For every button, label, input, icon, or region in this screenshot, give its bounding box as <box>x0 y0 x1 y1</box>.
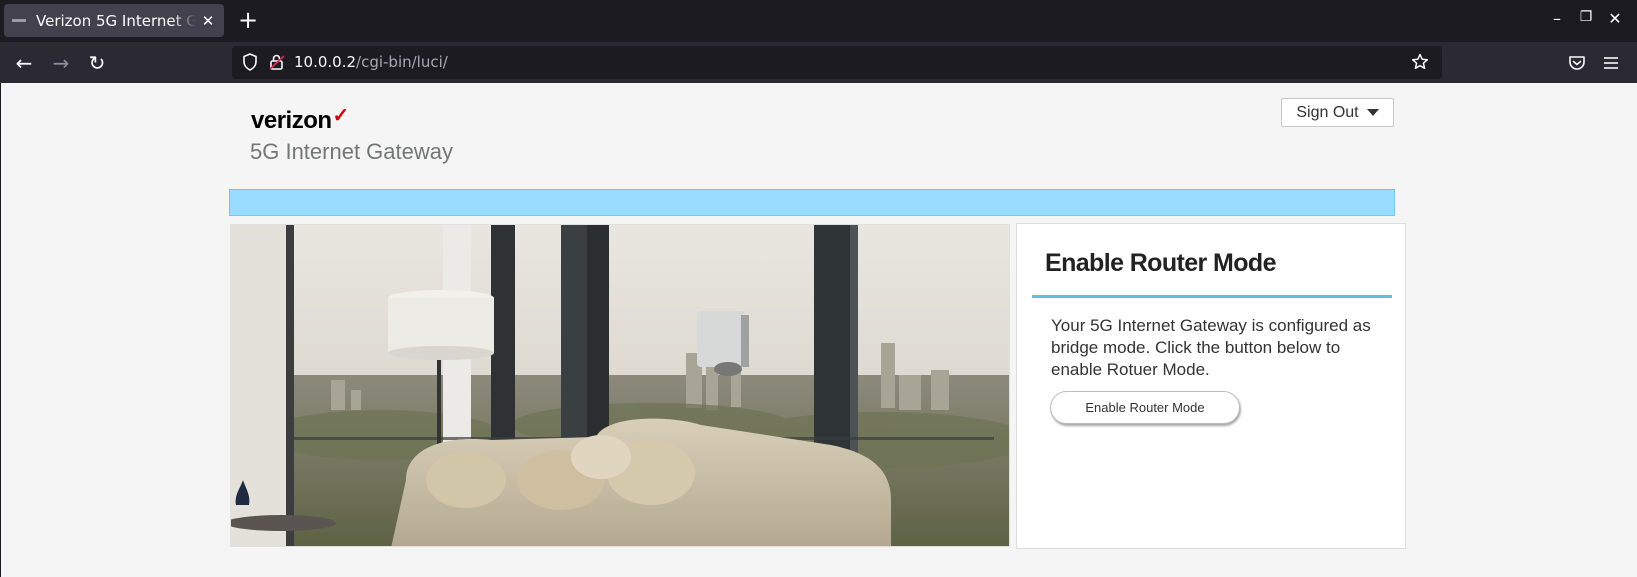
tab-strip: Verizon 5G Internet Gateway ✕ + – ❐ ✕ <box>0 0 1637 42</box>
logo-check-icon: ✓ <box>332 105 350 127</box>
star-icon[interactable] <box>1410 52 1430 72</box>
back-button[interactable]: ← <box>10 49 38 77</box>
minimize-icon[interactable]: – <box>1547 9 1567 28</box>
verizon-logo: verizon✓ <box>251 105 350 135</box>
menu-icon[interactable] <box>1600 52 1622 74</box>
window-close-icon[interactable]: ✕ <box>1605 9 1625 28</box>
forward-button[interactable]: → <box>47 49 75 77</box>
browser-tab[interactable]: Verizon 5G Internet Gateway ✕ <box>4 4 224 37</box>
logo-text: verizon <box>251 107 332 134</box>
url-text[interactable]: 10.0.0.2/cgi-bin/luci/ <box>294 53 448 71</box>
address-bar[interactable]: 10.0.0.2/cgi-bin/luci/ <box>232 46 1442 79</box>
hero-image <box>230 224 1010 547</box>
page-subtitle: 5G Internet Gateway <box>250 139 453 164</box>
caret-down-icon <box>1366 109 1379 116</box>
tab-favicon-icon <box>12 19 26 22</box>
sign-out-label: Sign Out <box>1296 103 1359 121</box>
router-mode-card: Enable Router Mode Your 5G Internet Gate… <box>1016 223 1406 549</box>
lock-icon[interactable] <box>267 52 287 72</box>
restore-icon[interactable]: ❐ <box>1576 9 1596 25</box>
tab-close-icon[interactable]: ✕ <box>200 12 216 30</box>
new-tab-button[interactable]: + <box>235 7 261 33</box>
sign-out-button[interactable]: Sign Out <box>1281 98 1394 127</box>
tab-title: Verizon 5G Internet Gateway <box>36 11 196 30</box>
page-content: verizon✓ 5G Internet Gateway Sign Out En… <box>1 83 1637 577</box>
card-title: Enable Router Mode <box>1045 249 1276 277</box>
url-path: /cgi-bin/luci/ <box>356 53 448 71</box>
url-host: 10.0.0.2 <box>294 53 357 71</box>
enable-router-mode-button[interactable]: Enable Router Mode <box>1050 391 1240 424</box>
reload-button[interactable]: ↻ <box>83 49 111 77</box>
card-divider <box>1032 295 1392 298</box>
card-description: Your 5G Internet Gateway is configured a… <box>1051 316 1371 379</box>
shield-icon[interactable] <box>240 52 260 72</box>
pocket-icon[interactable] <box>1566 52 1588 74</box>
navigation-toolbar: ← → ↻ 10.0.0.2/cgi-bin/luci/ <box>0 42 1637 83</box>
notification-bar <box>229 189 1395 216</box>
